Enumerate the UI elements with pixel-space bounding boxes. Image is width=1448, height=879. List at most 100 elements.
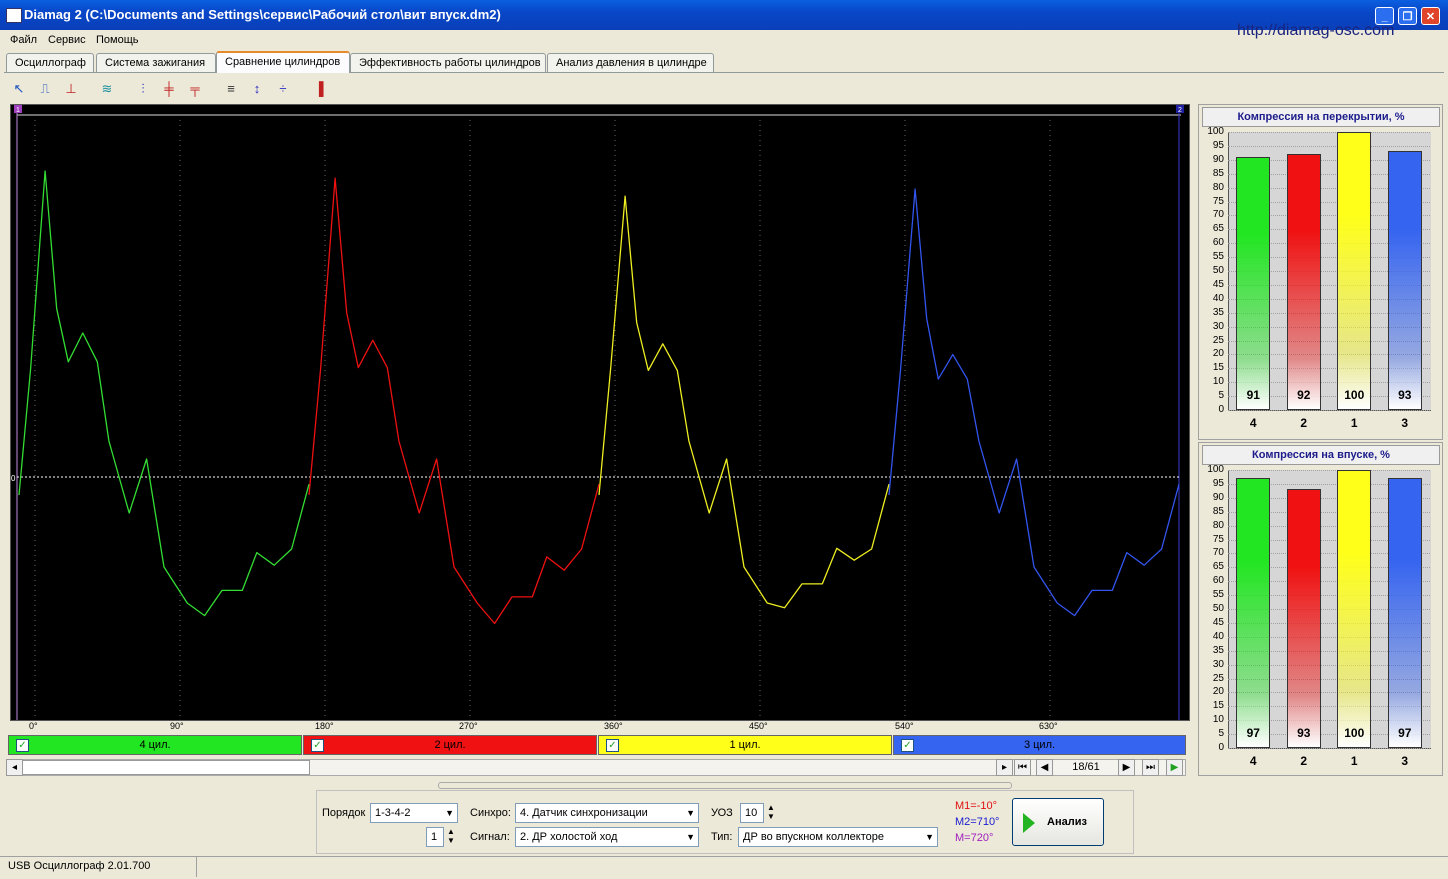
y-tick-label: 50 xyxy=(1212,603,1224,614)
checkbox-icon[interactable]: ✓ xyxy=(606,739,619,752)
y-tick-label: 45 xyxy=(1212,278,1224,290)
y-tick-label: 55 xyxy=(1212,589,1224,601)
y-tick-label: 85 xyxy=(1212,167,1224,179)
last-page-icon[interactable]: ⏭ xyxy=(1142,759,1159,776)
status-text: USB Осциллограф 2.01.700 xyxy=(8,860,151,872)
waveform-segment-4 xyxy=(888,188,1180,617)
y-tick-label: 10 xyxy=(1212,714,1224,726)
y-tick-label: 70 xyxy=(1212,209,1224,221)
cylinder-label: 3 цил. xyxy=(1023,739,1056,751)
oscilloscope-view[interactable]: 0 1 2 xyxy=(10,104,1190,721)
bar-category-label: 1 xyxy=(1350,416,1358,430)
cylinder-toggle-2[interactable]: ✓ 2 цил. xyxy=(303,735,597,755)
order-index-field[interactable]: 1 xyxy=(426,827,444,847)
edge-fall-icon[interactable]: ⊥ xyxy=(60,79,82,99)
signal-icon[interactable]: ≋ xyxy=(96,79,118,99)
close-button[interactable]: ✕ xyxy=(1421,7,1440,25)
y-tick-label: 5 xyxy=(1218,390,1224,402)
window-title: Diamag 2 (C:\Documents and Settings\серв… xyxy=(24,7,501,22)
y-tick-label: 55 xyxy=(1212,251,1224,263)
cylinder-label: 1 цил. xyxy=(729,739,761,751)
bar-4 xyxy=(1236,157,1271,410)
checkbox-icon[interactable]: ✓ xyxy=(16,739,29,752)
uoz-field[interactable]: 10 xyxy=(740,803,764,823)
level-icon[interactable]: ╤ xyxy=(184,79,206,99)
cylinder-toggle-4[interactable]: ✓ 4 цил. xyxy=(8,735,302,755)
next-page-icon[interactable]: ▶ xyxy=(1118,759,1135,776)
menu-help[interactable]: Помощь xyxy=(96,34,139,46)
bar-1 xyxy=(1337,132,1372,410)
bar-value-label: 92 xyxy=(1297,388,1311,402)
bar-3 xyxy=(1387,151,1422,410)
prev-page-icon[interactable]: ◀ xyxy=(1036,759,1053,776)
cylinder-toggle-1[interactable]: ✓ 1 цил. xyxy=(598,735,892,755)
status-divider xyxy=(196,857,197,877)
chart-title-overlap: Компрессия на перекрытии, % xyxy=(1202,107,1440,127)
cut-icon[interactable]: ╪ xyxy=(158,79,180,99)
type-select[interactable]: ДР во впускном коллекторе ▼ xyxy=(738,827,938,847)
y-tick-label: 20 xyxy=(1212,686,1224,698)
tab-cylinder-efficiency[interactable]: Эффективность работы цилиндров xyxy=(350,53,546,72)
y-tick-label: 75 xyxy=(1212,195,1224,207)
y-tick-label: 15 xyxy=(1212,362,1224,374)
waveform-segment-2 xyxy=(308,177,600,625)
first-page-icon[interactable]: ⏮ xyxy=(1014,759,1031,776)
y-tick-label: 80 xyxy=(1212,519,1224,531)
chevron-down-icon: ▼ xyxy=(445,808,454,818)
y-tick-label: 95 xyxy=(1212,139,1224,151)
y-tick-label: 90 xyxy=(1212,491,1224,503)
stretch-icon[interactable]: ↕ xyxy=(246,79,268,99)
y-tick-label: 100 xyxy=(1207,126,1224,137)
cylinder-toggle-3[interactable]: ✓ 3 цил. xyxy=(893,735,1186,755)
analyze-button[interactable]: Анализ xyxy=(1012,798,1104,846)
order-index-spinner[interactable]: ▲ ▼ xyxy=(443,827,459,847)
checkbox-icon[interactable]: ✓ xyxy=(311,739,324,752)
lines-icon[interactable]: ≡ xyxy=(220,79,242,99)
gridline xyxy=(1228,470,1430,471)
scroll-left-icon[interactable]: ◂ xyxy=(6,759,23,776)
y-tick-label: 30 xyxy=(1212,320,1224,332)
marker-readout: M1=-10° M2=710° M=720° xyxy=(955,798,999,846)
play-icon[interactable]: ▶ xyxy=(1166,759,1183,776)
order-select[interactable]: 1-3-4-2 ▼ xyxy=(370,803,458,823)
zero-label: 0 xyxy=(11,474,16,483)
menu-file[interactable]: Файл xyxy=(10,34,37,46)
tab-cylinder-compare[interactable]: Сравнение цилиндров xyxy=(216,51,350,73)
uoz-spinner[interactable]: ▲ ▼ xyxy=(763,803,779,823)
website-link[interactable]: http://diamag-osc.com xyxy=(1237,22,1394,40)
y-tick-label: 20 xyxy=(1212,348,1224,360)
sync-select[interactable]: 4. Датчик синхронизации ▼ xyxy=(515,803,699,823)
type-value: ДР во впускном коллекторе xyxy=(743,831,885,843)
bar-chart-icon[interactable]: ▐ xyxy=(308,79,330,99)
bar-value-label: 97 xyxy=(1246,726,1260,740)
sync-label: Синхро: xyxy=(470,807,511,819)
signal-select[interactable]: 2. ДР холостой ход ▼ xyxy=(515,827,699,847)
menu-service[interactable]: Сервис xyxy=(48,34,86,46)
panel-splitter[interactable] xyxy=(438,782,1012,789)
cylinder-label: 2 цил. xyxy=(434,739,466,751)
tab-oscilloscope[interactable]: Осциллограф xyxy=(6,53,94,72)
bar-value-label: 93 xyxy=(1398,388,1412,402)
gridline xyxy=(1228,748,1430,749)
bar-category-label: 4 xyxy=(1249,416,1257,430)
scroll-right-icon[interactable]: ▸ xyxy=(996,759,1013,776)
y-tick-label: 35 xyxy=(1212,306,1224,318)
tab-ignition[interactable]: Система зажигания xyxy=(96,53,216,72)
bar-category-label: 3 xyxy=(1401,416,1409,430)
peaks-icon[interactable]: ⫶ xyxy=(132,79,154,99)
tab-pressure-analysis[interactable]: Анализ давления в цилиндре xyxy=(547,53,714,72)
gridline xyxy=(1228,132,1430,133)
sync-value: 4. Датчик синхронизации xyxy=(520,807,648,819)
restore-button[interactable]: ❐ xyxy=(1398,7,1417,25)
type-label: Тип: xyxy=(711,831,733,843)
bar-1 xyxy=(1337,470,1372,748)
checkbox-icon[interactable]: ✓ xyxy=(901,739,914,752)
edge-rise-icon[interactable]: ⎍ xyxy=(34,79,56,99)
y-tick-label: 40 xyxy=(1212,292,1224,304)
bar-category-label: 2 xyxy=(1300,754,1308,768)
y-tick-label: 25 xyxy=(1212,672,1224,684)
scroll-thumb[interactable] xyxy=(22,760,310,775)
cursor-icon[interactable]: ↖ xyxy=(8,79,30,99)
bar-2 xyxy=(1286,154,1321,410)
split-icon[interactable]: ÷ xyxy=(272,79,294,99)
